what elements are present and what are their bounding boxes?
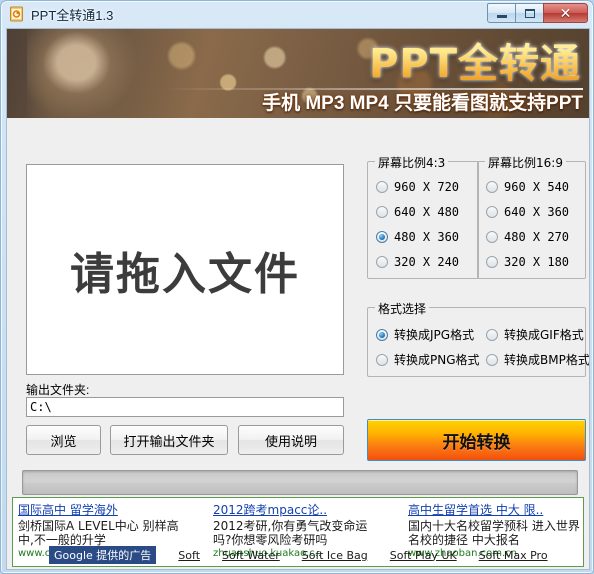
radio-label: 转换成GIF格式 <box>504 328 584 342</box>
ad-footer-link-3[interactable]: Soft Play UK <box>390 549 457 562</box>
radio-label: 960 X 540 <box>504 180 570 194</box>
radio-indicator-icon <box>376 206 388 218</box>
radio-format-jpg[interactable]: 转换成JPG格式 <box>376 326 474 343</box>
radio-format-gif[interactable]: 转换成GIF格式 <box>486 326 584 343</box>
radio-ratio43-2[interactable]: 480 X 360 <box>376 230 459 244</box>
radio-indicator-icon <box>376 256 388 268</box>
file-drop-area[interactable]: 请拖入文件 <box>26 164 344 375</box>
radio-indicator-icon <box>376 328 388 341</box>
output-folder-input[interactable] <box>26 397 344 417</box>
radio-indicator-icon <box>376 353 388 366</box>
window-title: PPT全转通1.3 <box>31 8 114 23</box>
radio-indicator-icon <box>376 231 388 243</box>
ad-footer-link-0[interactable]: Soft <box>178 549 200 562</box>
radio-indicator-icon <box>486 256 498 268</box>
radio-label: 320 X 240 <box>394 255 460 269</box>
google-ads-badge[interactable]: Google 提供的广告 <box>49 546 157 564</box>
drop-area-hint: 请拖入文件 <box>70 248 300 300</box>
ad-footer-link-2[interactable]: Soft Ice Bag <box>302 549 368 562</box>
ad-title-link[interactable]: 高中生留学首选 中大 限.. <box>408 501 580 518</box>
radio-label: 转换成PNG格式 <box>394 353 480 367</box>
radio-ratio43-3[interactable]: 320 X 240 <box>376 255 459 269</box>
ratio-4-3-group: 屏幕比例4:3 960 X 720 640 X 480 480 X 360 32… <box>367 154 479 279</box>
ad-body-text: 2012考研,你有勇气改变命运吗?你想零风险考研吗 <box>213 519 368 547</box>
output-folder-label: 输出文件夹: <box>26 383 90 397</box>
ad-footer-link-4[interactable]: Soft Max Pro <box>479 549 548 562</box>
radio-indicator-icon <box>486 206 498 218</box>
radio-label: 480 X 360 <box>394 230 460 244</box>
format-group: 格式选择 转换成JPG格式 转换成GIF格式 转换成PNG格式 转换成BMP格式 <box>367 300 589 377</box>
close-icon: ✕ <box>559 5 572 21</box>
caption-buttons: ✕ <box>487 3 588 24</box>
format-legend: 格式选择 <box>375 300 430 317</box>
radio-ratio43-1[interactable]: 640 X 480 <box>376 205 459 219</box>
minimize-icon <box>496 15 507 18</box>
radio-format-png[interactable]: 转换成PNG格式 <box>376 351 480 368</box>
ratio-16-9-group: 屏幕比例16:9 960 X 540 640 X 360 480 X 270 3… <box>477 154 586 279</box>
ad-footer: Google 提供的广告 Soft Soft Water Soft Ice Ba… <box>13 546 583 564</box>
title-bar[interactable]: PPT全转通1.3 ✕ <box>1 1 593 28</box>
maximize-button[interactable] <box>515 3 544 23</box>
ppt-document-icon <box>10 6 23 22</box>
ratio-4-3-legend: 屏幕比例4:3 <box>375 154 449 171</box>
ad-title-link[interactable]: 2012跨考mpacc论.. <box>213 501 385 518</box>
close-button[interactable]: ✕ <box>543 3 588 23</box>
radio-label: 640 X 360 <box>504 205 570 219</box>
ad-title-link[interactable]: 国际高中 留学海外 <box>18 501 190 518</box>
open-output-folder-button[interactable]: 打开输出文件夹 <box>110 425 228 455</box>
banner-title: PPT全转通 <box>369 31 581 89</box>
radio-label: 320 X 180 <box>504 255 570 269</box>
radio-indicator-icon <box>486 181 498 193</box>
radio-ratio169-2[interactable]: 480 X 270 <box>486 230 569 244</box>
ad-footer-link-1[interactable]: Soft Water <box>222 549 280 562</box>
radio-ratio169-1[interactable]: 640 X 360 <box>486 205 569 219</box>
client-area: PPT全转通 手机 MP3 MP4 只要能看图就支持PPT 请拖入文件 输出文件… <box>6 28 590 570</box>
app-window: PPT全转通1.3 ✕ PPT全转通 手机 MP3 MP4 只要能看图就支持PP… <box>0 0 594 574</box>
minimize-button[interactable] <box>487 3 516 23</box>
radio-indicator-icon <box>486 353 498 366</box>
radio-label: 转换成BMP格式 <box>504 353 590 367</box>
help-button[interactable]: 使用说明 <box>238 425 344 455</box>
ad-body-text: 剑桥国际A LEVEL中心 别样高中,不一般的升学 <box>18 519 179 547</box>
radio-ratio169-3[interactable]: 320 X 180 <box>486 255 569 269</box>
ad-body-text: 国内十大名校留学预科 进入世界名校的捷径 中大报名 <box>408 519 580 547</box>
banner-subtitle: 手机 MP3 MP4 只要能看图就支持PPT <box>262 93 583 114</box>
browse-button[interactable]: 浏览 <box>26 425 101 455</box>
radio-label: 转换成JPG格式 <box>394 328 475 342</box>
radio-label: 640 X 480 <box>394 205 460 219</box>
start-convert-button[interactable]: 开始转换 <box>367 419 586 461</box>
radio-label: 960 X 720 <box>394 180 460 194</box>
radio-label: 480 X 270 <box>504 230 570 244</box>
radio-indicator-icon <box>486 231 498 243</box>
ad-block: 国际高中 留学海外 剑桥国际A LEVEL中心 别样高中,不一般的升学 www.… <box>12 497 584 567</box>
radio-format-bmp[interactable]: 转换成BMP格式 <box>486 351 590 368</box>
cat-photo <box>27 29 137 118</box>
maximize-icon <box>524 8 535 18</box>
app-banner: PPT全转通 手机 MP3 MP4 只要能看图就支持PPT <box>7 29 589 118</box>
ratio-16-9-legend: 屏幕比例16:9 <box>485 154 566 171</box>
conversion-progress-bar <box>22 470 578 495</box>
radio-indicator-icon <box>376 181 388 193</box>
radio-ratio169-0[interactable]: 960 X 540 <box>486 180 569 194</box>
radio-indicator-icon <box>486 328 498 341</box>
radio-ratio43-0[interactable]: 960 X 720 <box>376 180 459 194</box>
